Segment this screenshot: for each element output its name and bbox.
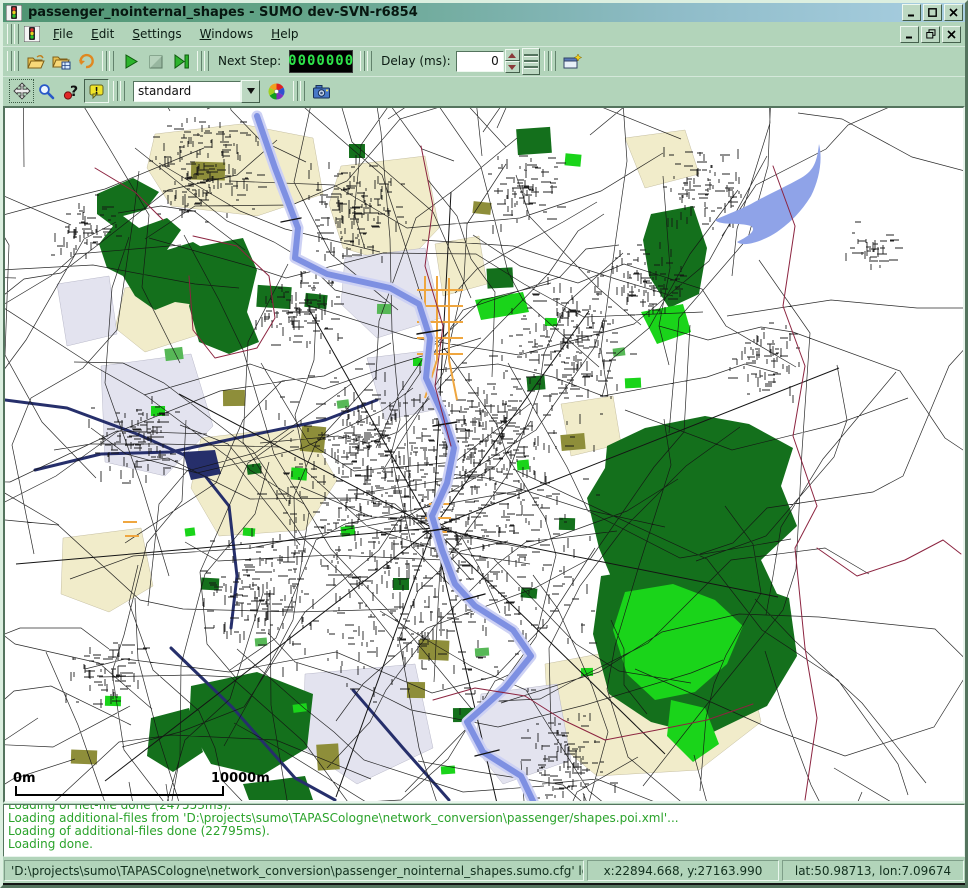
open-network-button[interactable] xyxy=(48,49,73,73)
toolbar-grip[interactable] xyxy=(113,81,125,101)
combo-dropdown-button[interactable] xyxy=(241,80,260,103)
toolbar-grip[interactable] xyxy=(102,51,114,71)
delay-dial[interactable] xyxy=(522,48,540,75)
toolbar-grip[interactable] xyxy=(360,51,372,71)
window-bottom-edge xyxy=(0,883,968,888)
up-arrow-icon xyxy=(508,53,516,58)
svg-text:!: ! xyxy=(94,86,98,96)
log-line: Loading of additional-files done (22795m… xyxy=(8,825,960,838)
title-bar[interactable]: passenger_nointernal_shapes - SUMO dev-S… xyxy=(3,3,965,22)
stop-icon xyxy=(147,53,164,70)
close-button[interactable] xyxy=(944,4,963,21)
maximize-button[interactable] xyxy=(923,4,942,21)
tooltip-icon: ! xyxy=(88,83,106,100)
coloring-scheme-combo[interactable]: standard xyxy=(133,80,260,103)
open-network-icon xyxy=(51,53,71,70)
edit-coloring-button[interactable] xyxy=(264,79,289,103)
reload-icon xyxy=(77,52,95,70)
open-folder-icon xyxy=(26,53,46,70)
mdi-restore-button[interactable] xyxy=(921,26,940,43)
mdi-child-icon xyxy=(24,26,40,42)
menu-file[interactable]: File xyxy=(44,24,82,44)
recenter-view-button[interactable] xyxy=(9,79,34,103)
view-toolbar: ? ! standard xyxy=(3,76,965,106)
simulation-toolbar: Next Step: 0000000 Delay (ms): 0 xyxy=(3,46,965,76)
cursor-latlon-readout: lat:50.98713, lon:7.09674 xyxy=(782,860,964,881)
chevron-down-icon xyxy=(247,88,255,94)
step-button[interactable] xyxy=(168,49,193,73)
next-step-label: Next Step: xyxy=(218,54,281,68)
locate-question-icon: ? xyxy=(63,83,80,100)
scale-end-label: 10000m xyxy=(211,771,270,786)
minimize-button[interactable] xyxy=(902,4,921,21)
color-wheel-icon xyxy=(267,82,286,101)
map-viewport[interactable]: 0m 10000m xyxy=(3,106,965,803)
app-icon xyxy=(6,5,22,21)
show-tooltips-button[interactable]: ! xyxy=(84,79,109,103)
mdi-close-button[interactable] xyxy=(942,26,961,43)
menu-windows[interactable]: Windows xyxy=(191,24,263,44)
delay-decrement-button[interactable] xyxy=(505,61,520,73)
zoom-button[interactable] xyxy=(34,79,59,103)
log-line: Loading done. xyxy=(8,838,960,851)
window-title: passenger_nointernal_shapes - SUMO dev-S… xyxy=(28,5,900,20)
new-window-icon xyxy=(563,53,582,70)
down-arrow-icon xyxy=(508,65,516,70)
menu-bar: File Edit Settings Windows Help xyxy=(3,22,965,46)
play-button[interactable] xyxy=(118,49,143,73)
network-map[interactable] xyxy=(5,108,963,801)
cursor-xy-readout: x:22894.668, y:27163.990 xyxy=(587,860,779,881)
delay-label: Delay (ms): xyxy=(381,54,451,68)
locate-button[interactable]: ? xyxy=(59,79,84,103)
mdi-minimize-button[interactable] xyxy=(900,26,919,43)
status-message: 'D:\projects\sumo\TAPASCologne\network_c… xyxy=(4,860,584,881)
magnifier-icon xyxy=(38,83,55,100)
delay-input[interactable]: 0 xyxy=(456,51,504,72)
status-bar: 'D:\projects\sumo\TAPASCologne\network_c… xyxy=(3,858,965,883)
new-view-button[interactable] xyxy=(560,49,585,73)
menu-edit[interactable]: Edit xyxy=(82,24,123,44)
toolbar-grip[interactable] xyxy=(7,24,19,44)
menu-settings[interactable]: Settings xyxy=(123,24,190,44)
recenter-icon xyxy=(13,82,31,100)
open-config-button[interactable] xyxy=(23,49,48,73)
scale-ruler xyxy=(15,786,224,796)
play-icon xyxy=(122,53,139,70)
stop-button[interactable] xyxy=(143,49,168,73)
single-step-icon xyxy=(172,53,190,70)
menu-help[interactable]: Help xyxy=(262,24,307,44)
time-display: 0000000 xyxy=(289,50,353,73)
coloring-scheme-value[interactable]: standard xyxy=(133,81,241,102)
reload-button[interactable] xyxy=(73,49,98,73)
toolbar-grip[interactable] xyxy=(197,51,209,71)
svg-text:?: ? xyxy=(70,84,78,100)
scale-start-label: 0m xyxy=(13,771,36,786)
snapshot-button[interactable] xyxy=(309,79,334,103)
toolbar-grip[interactable] xyxy=(293,81,305,101)
toolbar-grip[interactable] xyxy=(544,51,556,71)
message-log[interactable]: Loading of net-file done (247553ms). Loa… xyxy=(3,804,965,857)
delay-increment-button[interactable] xyxy=(505,49,520,61)
map-scale-bar: 0m 10000m xyxy=(11,771,291,797)
toolbar-grip[interactable] xyxy=(7,51,19,71)
camera-icon xyxy=(312,83,332,100)
